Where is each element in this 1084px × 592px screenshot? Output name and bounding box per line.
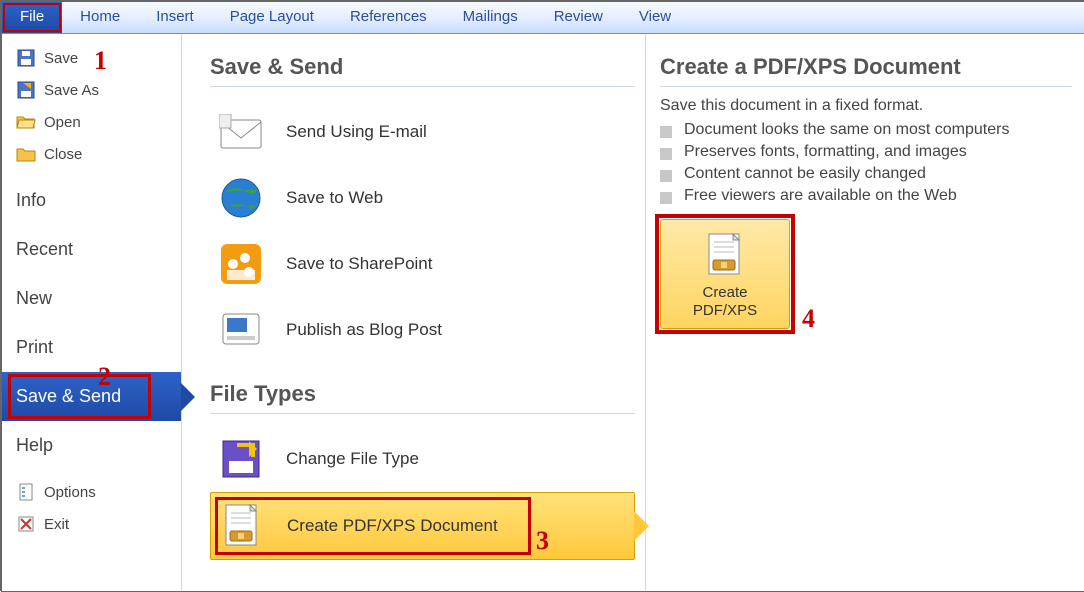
backstage-nav: Save Save As Open Close Info Recent New … — [2, 34, 182, 591]
pdfxps-icon — [702, 232, 748, 278]
opt-send-email[interactable]: Send Using E-mail — [210, 99, 635, 165]
nav-label: Info — [16, 190, 46, 211]
tab-references[interactable]: References — [332, 2, 445, 33]
opt-save-web[interactable]: Save to Web — [210, 165, 635, 231]
nav-exit[interactable]: Exit — [2, 508, 181, 540]
mail-icon — [218, 109, 264, 155]
pdfxps-icon — [219, 503, 265, 549]
opt-label: Send Using E-mail — [286, 122, 427, 142]
detail-bullets: Document looks the same on most computer… — [660, 121, 1072, 205]
button-label: CreatePDF/XPS — [667, 284, 783, 320]
nav-print[interactable]: Print — [2, 323, 181, 372]
saveas-icon — [16, 80, 36, 100]
section-title-save-send: Save & Send — [210, 54, 635, 80]
detail-title: Create a PDF/XPS Document — [660, 54, 1072, 80]
nav-label: Print — [16, 337, 53, 358]
folder-open-icon — [16, 112, 36, 132]
bullet-icon — [660, 148, 672, 160]
tab-view[interactable]: View — [621, 2, 689, 33]
bullet-text: Document looks the same on most computer… — [684, 121, 1009, 139]
nav-label: Save & Send — [16, 386, 121, 407]
opt-change-file-type[interactable]: Change File Type — [210, 426, 635, 492]
bullet-icon — [660, 170, 672, 182]
nav-info[interactable]: Info — [2, 176, 181, 225]
bullet-text: Free viewers are available on the Web — [684, 187, 957, 205]
nav-label: Options — [44, 484, 96, 501]
nav-options[interactable]: Options — [2, 476, 181, 508]
opt-label: Publish as Blog Post — [286, 320, 442, 340]
ribbon: File Home Insert Page Layout References … — [2, 2, 1084, 34]
opt-create-pdfxps[interactable]: Create PDF/XPS Document — [210, 492, 635, 560]
nav-save-as[interactable]: Save As — [2, 74, 181, 106]
opt-label: Create PDF/XPS Document — [287, 516, 498, 536]
tab-insert[interactable]: Insert — [138, 2, 212, 33]
nav-label: Recent — [16, 239, 73, 260]
center-panel: Save & Send Send Using E-mail Save to We… — [182, 34, 646, 591]
sharepoint-icon — [218, 241, 264, 287]
tab-file[interactable]: File — [2, 2, 62, 33]
nav-save[interactable]: Save — [2, 42, 181, 74]
nav-label: Save — [44, 50, 78, 67]
nav-label: Close — [44, 146, 82, 163]
opt-publish-blog[interactable]: Publish as Blog Post — [210, 297, 635, 363]
opt-label: Save to SharePoint — [286, 254, 432, 274]
nav-label: Help — [16, 435, 53, 456]
change-type-icon — [218, 436, 264, 482]
opt-label: Save to Web — [286, 188, 383, 208]
nav-recent[interactable]: Recent — [2, 225, 181, 274]
nav-label: Save As — [44, 82, 99, 99]
save-icon — [16, 48, 36, 68]
create-pdfxps-button[interactable]: CreatePDF/XPS — [660, 219, 790, 329]
detail-panel: Create a PDF/XPS Document Save this docu… — [646, 34, 1084, 591]
tab-mailings[interactable]: Mailings — [445, 2, 536, 33]
bullet-text: Preserves fonts, formatting, and images — [684, 143, 967, 161]
nav-label: Exit — [44, 516, 69, 533]
bullet-text: Content cannot be easily changed — [684, 165, 926, 183]
folder-close-icon — [16, 144, 36, 164]
tab-home[interactable]: Home — [62, 2, 138, 33]
bullet-icon — [660, 126, 672, 138]
nav-label: Open — [44, 114, 81, 131]
nav-save-send[interactable]: Save & Send — [2, 372, 181, 421]
nav-help[interactable]: Help — [2, 421, 181, 470]
opt-label: Change File Type — [286, 449, 419, 469]
nav-label: New — [16, 288, 52, 309]
nav-new[interactable]: New — [2, 274, 181, 323]
section-title-file-types: File Types — [210, 381, 635, 407]
nav-open[interactable]: Open — [2, 106, 181, 138]
backstage-main: Save Save As Open Close Info Recent New … — [2, 34, 1084, 591]
opt-save-sharepoint[interactable]: Save to SharePoint — [210, 231, 635, 297]
bullet-icon — [660, 192, 672, 204]
tab-page-layout[interactable]: Page Layout — [212, 2, 332, 33]
blog-icon — [218, 307, 264, 353]
options-icon — [16, 482, 36, 502]
globe-icon — [218, 175, 264, 221]
exit-icon — [16, 514, 36, 534]
nav-close[interactable]: Close — [2, 138, 181, 170]
tab-review[interactable]: Review — [536, 2, 621, 33]
detail-intro: Save this document in a fixed format. — [660, 97, 1072, 115]
